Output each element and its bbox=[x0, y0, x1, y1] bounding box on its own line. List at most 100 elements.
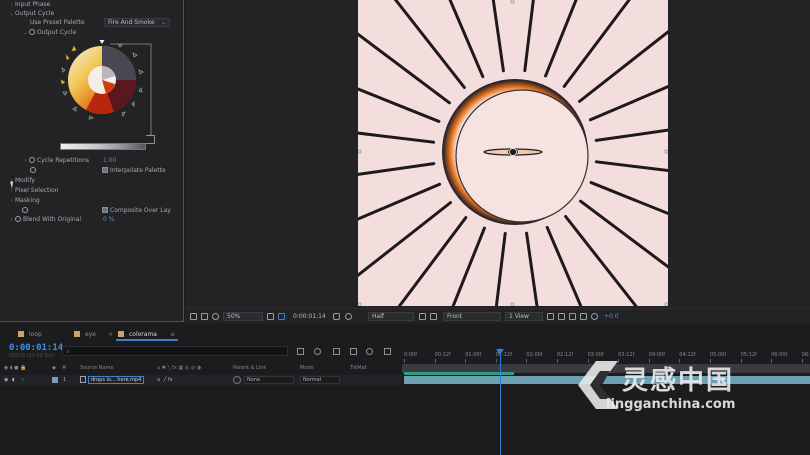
visibility-eye-icon[interactable]: ◉ bbox=[4, 376, 8, 384]
use-preset-palette-row: Use Preset Palette bbox=[30, 18, 85, 27]
output-cycle-sub-label: Output Cycle bbox=[37, 29, 77, 36]
expand-arrow-icon[interactable]: › bbox=[8, 187, 15, 196]
stopwatch-icon[interactable] bbox=[29, 157, 35, 163]
draft-3d-icon[interactable] bbox=[314, 348, 321, 355]
pixel-selection-group[interactable]: › Pixel Selection bbox=[8, 186, 59, 196]
parent-dropdown[interactable]: None bbox=[244, 376, 294, 384]
expand-arrow-icon[interactable]: › bbox=[22, 157, 29, 166]
fast-previews-icon[interactable] bbox=[558, 313, 565, 320]
label-color-icon[interactable] bbox=[52, 377, 58, 383]
collapse-arrow-icon[interactable]: ⌄ bbox=[8, 10, 15, 19]
sun-ray bbox=[594, 160, 775, 185]
ruler-tick-mark bbox=[465, 359, 467, 363]
expand-arrow-icon[interactable]: › bbox=[8, 197, 15, 206]
viewer-timecode[interactable]: 0:00:01:14 bbox=[293, 312, 326, 321]
expand-arrow-icon[interactable]: › bbox=[22, 376, 24, 384]
zoom-dropdown[interactable]: 50% bbox=[223, 312, 263, 321]
stopwatch-icon[interactable] bbox=[29, 29, 35, 35]
comp-swatch-icon bbox=[18, 331, 24, 337]
layer-row[interactable]: ◉ ◖ › 1 drops lo... here.mp4 ⌂ ╱ fx None… bbox=[0, 375, 402, 385]
audio-icon[interactable]: ◖ bbox=[12, 376, 15, 384]
comp-swatch-icon bbox=[118, 331, 124, 337]
ruler-tick-mark bbox=[434, 359, 436, 363]
grid-icon[interactable] bbox=[267, 313, 274, 320]
tab-eye[interactable]: eye bbox=[72, 328, 96, 341]
output-cycle-color-wheel[interactable] bbox=[56, 40, 156, 150]
input-phase-group[interactable]: › Input Phase bbox=[8, 0, 51, 9]
interpolate-palette-checkbox[interactable] bbox=[102, 167, 108, 173]
palette-gradient-bar bbox=[60, 143, 146, 150]
layer-source-name[interactable]: drops lo... here.mp4 bbox=[88, 376, 145, 384]
source-name-header[interactable]: Source Name bbox=[80, 364, 114, 373]
ruler-tick-label: 0:00f bbox=[404, 352, 417, 358]
resolution-dropdown[interactable]: Half bbox=[368, 312, 414, 321]
mode-header: Mode bbox=[300, 365, 314, 371]
frame-blending-icon[interactable] bbox=[350, 348, 357, 355]
stopwatch-icon[interactable] bbox=[15, 216, 21, 222]
flowchart-icon[interactable] bbox=[580, 313, 587, 320]
parent-link-header: Parent & Link bbox=[233, 365, 267, 371]
sun-artwork bbox=[255, 0, 775, 412]
graph-editor-icon[interactable] bbox=[384, 348, 391, 355]
composite-over-layer-checkbox[interactable] bbox=[102, 207, 108, 213]
composition-frame[interactable] bbox=[255, 0, 775, 412]
ruler-tick-mark bbox=[801, 359, 803, 363]
expand-arrow-icon[interactable]: › bbox=[8, 216, 15, 225]
output-cycle-group[interactable]: ⌄Output Cycle bbox=[8, 9, 54, 18]
collapse-arrow-icon[interactable]: ⌄ bbox=[22, 29, 29, 38]
output-cycle-sub-row[interactable]: ⌄ Output Cycle bbox=[22, 28, 76, 37]
sun-ray bbox=[482, 231, 507, 412]
shy-layers-icon[interactable] bbox=[333, 348, 340, 355]
preset-palette-dropdown[interactable]: Fire And Smoke ⌄ bbox=[104, 18, 170, 27]
layer-switches[interactable]: ⌂ ╱ fx bbox=[157, 376, 173, 384]
tab-loop[interactable]: loop bbox=[16, 328, 42, 341]
masking-group[interactable]: › Masking bbox=[8, 196, 40, 205]
composite-over-layer-label: Composite Over Lay bbox=[110, 207, 171, 214]
footage-icon bbox=[80, 376, 86, 383]
transparency-grid-icon[interactable] bbox=[278, 313, 285, 320]
interpolate-stopwatch[interactable] bbox=[30, 166, 38, 175]
always-preview-icon[interactable] bbox=[190, 313, 197, 320]
switches-header: ⌂ ✱ ╲ fx ▦ ◎ ◎ ◑ bbox=[157, 365, 202, 371]
layer-search-input[interactable]: ⌕ bbox=[62, 346, 288, 356]
sun-ray bbox=[523, 0, 535, 73]
timeline-icon[interactable] bbox=[569, 313, 576, 320]
camera-icon[interactable] bbox=[333, 313, 340, 320]
phase-indicator-icon[interactable] bbox=[99, 40, 105, 44]
toggle-transparency-icon[interactable] bbox=[430, 313, 437, 320]
close-icon[interactable]: × bbox=[108, 328, 113, 341]
number-header: # bbox=[62, 365, 67, 371]
tab-colorama[interactable]: × colorama ≡ bbox=[108, 328, 178, 341]
composite-stopwatch[interactable] bbox=[22, 206, 30, 215]
stopwatch-icon[interactable] bbox=[30, 167, 36, 173]
region-of-interest-icon[interactable] bbox=[419, 313, 426, 320]
exposure-value[interactable]: +0.0 bbox=[604, 312, 619, 321]
view-layout-dropdown[interactable]: 1 View bbox=[505, 312, 543, 321]
monitor-icon[interactable] bbox=[201, 313, 208, 320]
motion-blur-icon[interactable] bbox=[366, 348, 373, 355]
frame-count: 00038 (24.00 fps) bbox=[9, 353, 54, 359]
playhead-line[interactable] bbox=[500, 348, 501, 455]
show-channel-icon[interactable] bbox=[345, 313, 352, 320]
current-time-indicator-icon[interactable] bbox=[496, 349, 504, 355]
ruler-tick-label: 02:12f bbox=[557, 352, 574, 358]
menu-icon[interactable]: ≡ bbox=[170, 328, 175, 341]
pick-whip-icon[interactable] bbox=[233, 376, 241, 384]
composite-over-layer-row[interactable]: Composite Over Lay bbox=[102, 206, 171, 215]
cycle-repetitions-value[interactable]: 1.00 bbox=[103, 156, 116, 165]
mode-dropdown[interactable]: Normal bbox=[300, 376, 340, 384]
pixel-aspect-icon[interactable] bbox=[547, 313, 554, 320]
current-time-display[interactable]: 0:00:01:14 bbox=[9, 343, 63, 353]
interpolate-palette-row[interactable]: Interpolate Palette bbox=[102, 166, 166, 175]
stopwatch-icon[interactable] bbox=[22, 207, 28, 213]
mask-visibility-icon[interactable] bbox=[212, 313, 219, 320]
sun-ray bbox=[525, 231, 554, 411]
blend-with-original-value[interactable]: 0 % bbox=[103, 215, 114, 224]
tab-label: eye bbox=[85, 331, 96, 338]
reset-exposure-icon[interactable] bbox=[591, 313, 598, 320]
composition-mini-flowchart-icon[interactable] bbox=[297, 348, 304, 355]
label-header-icon: ◆ bbox=[52, 365, 56, 371]
watermark-en-text: lingganchina.com bbox=[606, 397, 736, 412]
sun-ray bbox=[491, 0, 505, 73]
view-dropdown[interactable]: Front bbox=[443, 312, 501, 321]
